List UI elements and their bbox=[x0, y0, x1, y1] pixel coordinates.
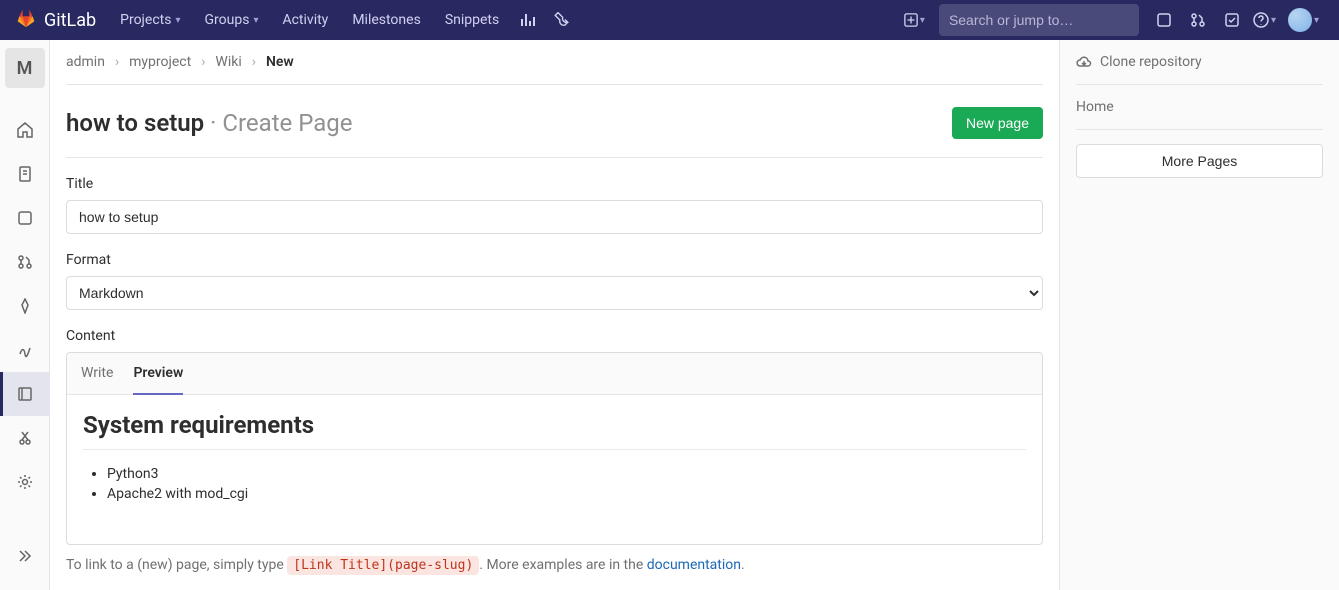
content-label: Content bbox=[66, 328, 1043, 344]
sidebar-issues-icon[interactable] bbox=[0, 196, 50, 240]
cloud-download-icon bbox=[1076, 54, 1092, 70]
nav-left: Projects▾ Groups▾ Activity Milestones Sn… bbox=[108, 0, 579, 40]
nav-groups[interactable]: Groups▾ bbox=[193, 0, 271, 40]
project-avatar[interactable]: M bbox=[5, 48, 45, 88]
avatar bbox=[1288, 8, 1312, 32]
new-page-button[interactable]: New page bbox=[952, 107, 1043, 139]
nav-milestones[interactable]: Milestones bbox=[340, 0, 433, 40]
user-menu[interactable]: ▾ bbox=[1280, 0, 1323, 40]
more-pages-button[interactable]: More Pages bbox=[1076, 144, 1323, 178]
issues-icon[interactable] bbox=[1147, 0, 1181, 40]
chevron-down-icon: ▾ bbox=[253, 15, 258, 26]
chevron-down-icon: ▾ bbox=[175, 15, 180, 26]
page-title-action: · Create Page bbox=[210, 109, 352, 137]
brand[interactable]: GitLab bbox=[16, 8, 96, 32]
breadcrumb-current: New bbox=[266, 54, 294, 70]
sidebar-ops-icon[interactable] bbox=[0, 328, 50, 372]
chevron-right-icon: › bbox=[115, 54, 119, 70]
breadcrumb-wiki[interactable]: Wiki bbox=[215, 54, 241, 70]
merge-requests-icon[interactable] bbox=[1181, 0, 1215, 40]
chevron-down-icon: ▾ bbox=[1314, 15, 1319, 26]
search-box[interactable] bbox=[939, 4, 1139, 36]
page-title-name: how to setup bbox=[66, 109, 204, 137]
preview-body: System requirements Python3 Apache2 with… bbox=[67, 395, 1042, 544]
editor-tabs: Write Preview bbox=[67, 353, 1042, 395]
chevron-down-icon: ▾ bbox=[1271, 15, 1276, 26]
page-layout: M admin › myproject › Wiki › New how t bbox=[0, 40, 1339, 590]
format-select[interactable]: Markdown bbox=[66, 276, 1043, 310]
sidebar-repo-icon[interactable] bbox=[0, 152, 50, 196]
help-icon bbox=[1253, 12, 1269, 28]
sidebar-right: Clone repository Home More Pages bbox=[1059, 40, 1339, 590]
main-area: admin › myproject › Wiki › New how to se… bbox=[50, 40, 1339, 590]
title-group: Title bbox=[66, 176, 1043, 234]
home-link[interactable]: Home bbox=[1076, 85, 1323, 130]
breadcrumb-project[interactable]: myproject bbox=[129, 54, 191, 70]
sidebar-mr-icon[interactable] bbox=[0, 240, 50, 284]
help-dropdown[interactable]: ▾ bbox=[1249, 0, 1280, 40]
sidebar-home-icon[interactable] bbox=[0, 108, 50, 152]
hint-code: [Link Title](page-slug) bbox=[287, 556, 479, 575]
chevron-down-icon: ▾ bbox=[920, 15, 925, 26]
clone-repository[interactable]: Clone repository bbox=[1076, 54, 1323, 85]
sidebar-settings-icon[interactable] bbox=[0, 460, 50, 504]
admin-wrench-icon[interactable] bbox=[545, 0, 579, 40]
list-item: Apache2 with mod_cgi bbox=[107, 484, 1026, 504]
preview-list: Python3 Apache2 with mod_cgi bbox=[83, 464, 1026, 504]
title-input[interactable] bbox=[66, 200, 1043, 234]
content: admin › myproject › Wiki › New how to se… bbox=[50, 40, 1059, 590]
link-hint: To link to a (new) page, simply type [Li… bbox=[66, 557, 1043, 573]
sidebar-wiki-icon[interactable] bbox=[0, 372, 50, 416]
page-title: how to setup · Create Page bbox=[66, 109, 353, 137]
content-group: Content Write Preview System requirement… bbox=[66, 328, 1043, 545]
format-label: Format bbox=[66, 252, 1043, 268]
top-navbar: GitLab Projects▾ Groups▾ Activity Milest… bbox=[0, 0, 1339, 40]
nav-snippets[interactable]: Snippets bbox=[433, 0, 511, 40]
sidebar-ci-icon[interactable] bbox=[0, 284, 50, 328]
brand-text: GitLab bbox=[44, 10, 96, 31]
list-item: Python3 bbox=[107, 464, 1026, 484]
chevron-right-icon: › bbox=[252, 54, 256, 70]
format-group: Format Markdown bbox=[66, 252, 1043, 310]
tab-preview[interactable]: Preview bbox=[133, 353, 183, 395]
nav-projects[interactable]: Projects▾ bbox=[108, 0, 192, 40]
gitlab-logo-icon bbox=[16, 8, 36, 32]
sidebar-left: M bbox=[0, 40, 50, 590]
preview-heading: System requirements bbox=[83, 411, 1026, 450]
documentation-link[interactable]: documentation bbox=[647, 557, 741, 573]
search-input[interactable] bbox=[949, 12, 1130, 28]
chevron-right-icon: › bbox=[201, 54, 205, 70]
title-label: Title bbox=[66, 176, 1043, 192]
todos-icon[interactable] bbox=[1215, 0, 1249, 40]
breadcrumb-admin[interactable]: admin bbox=[66, 54, 105, 70]
new-dropdown[interactable]: ▾ bbox=[898, 6, 931, 34]
title-row: how to setup · Create Page New page bbox=[66, 85, 1043, 158]
metrics-icon[interactable] bbox=[511, 0, 545, 40]
content-editor: Write Preview System requirements Python… bbox=[66, 352, 1043, 545]
nav-right: ▾ ▾ ▾ bbox=[898, 0, 1323, 40]
plus-icon bbox=[904, 13, 918, 27]
collapse-sidebar-icon[interactable] bbox=[0, 534, 50, 578]
tab-write[interactable]: Write bbox=[81, 353, 113, 394]
sidebar-snippets-icon[interactable] bbox=[0, 416, 50, 460]
nav-activity[interactable]: Activity bbox=[270, 0, 340, 40]
clone-label: Clone repository bbox=[1100, 54, 1202, 70]
breadcrumb: admin › myproject › Wiki › New bbox=[66, 50, 1043, 85]
